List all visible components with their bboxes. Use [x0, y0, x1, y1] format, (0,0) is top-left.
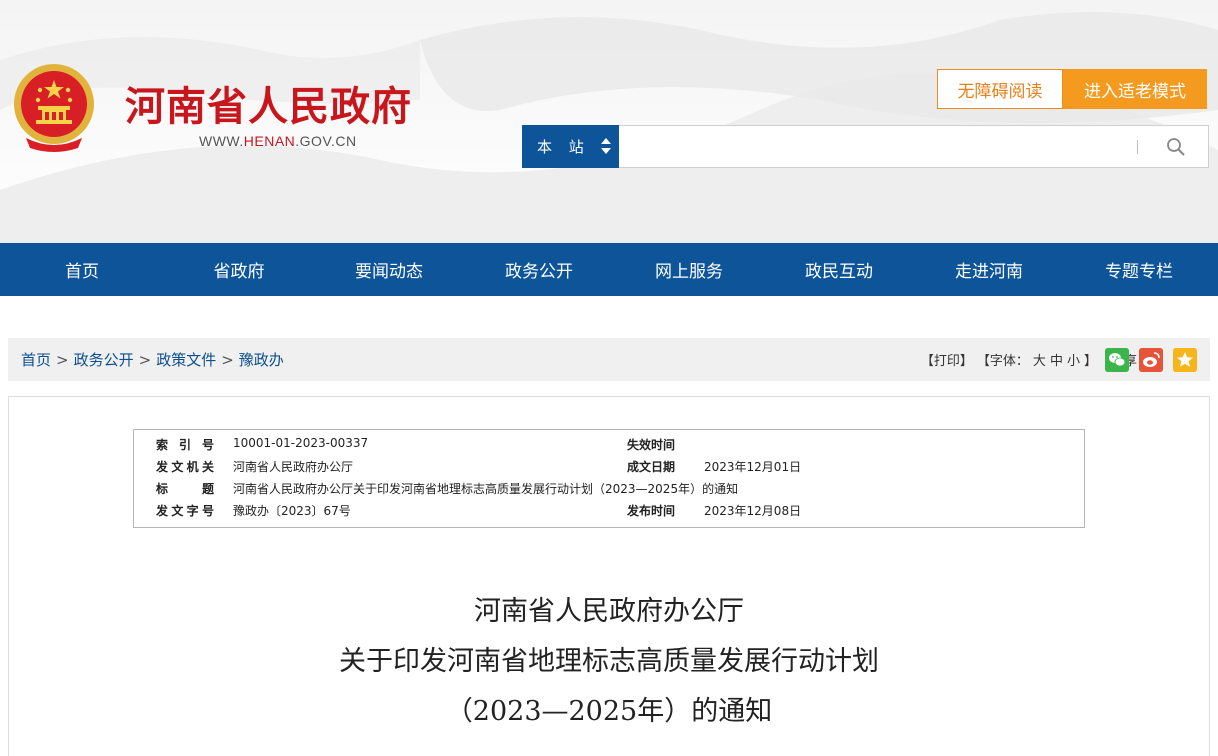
- search-scope-label: 本 站: [537, 138, 590, 156]
- national-emblem: [14, 64, 94, 152]
- meta-row: 发文机关 河南省人民政府办公厅 成文日期 2023年12月01日: [134, 458, 1084, 480]
- font-size-label: 【字体：: [976, 354, 1029, 369]
- nav-interaction[interactable]: 政民互动: [764, 243, 914, 296]
- wechat-share-icon[interactable]: [1105, 348, 1129, 372]
- breadcrumb-separator: >: [56, 350, 69, 369]
- breadcrumb-yuzhengban[interactable]: 豫政办: [239, 349, 284, 370]
- sort-arrows-icon: [601, 138, 611, 154]
- weibo-share-icon[interactable]: [1139, 348, 1163, 372]
- issuer-value: 河南省人民政府办公厅: [233, 460, 354, 474]
- publish-date-label: 发布时间: [627, 504, 676, 518]
- meta-row: 标题 河南省人民政府办公厅关于印发河南省地理标志高质量发展行动计划（2023—2…: [134, 480, 1084, 502]
- meta-row: 索引号 10001-01-2023-00337 失效时间: [134, 436, 1084, 458]
- search-divider: [1137, 140, 1138, 154]
- elder-mode-button[interactable]: 进入适老模式: [1063, 69, 1207, 109]
- font-medium-link[interactable]: 中: [1050, 350, 1063, 369]
- nav-special-topics[interactable]: 专题专栏: [1064, 243, 1214, 296]
- search-bar: 本 站: [522, 125, 1209, 168]
- font-small-link[interactable]: 小: [1067, 350, 1080, 369]
- nav-news[interactable]: 要闻动态: [314, 243, 464, 296]
- expire-label: 失效时间: [627, 438, 676, 452]
- accessibility-button[interactable]: 无障碍阅读: [937, 69, 1063, 109]
- publish-date-value: 2023年12月08日: [704, 504, 802, 518]
- made-date-label: 成文日期: [627, 460, 676, 474]
- main-nav: 首页 省政府 要闻动态 政务公开 网上服务 政民互动 走进河南 专题专栏: [0, 243, 1218, 296]
- title-value: 河南省人民政府办公厅关于印发河南省地理标志高质量发展行动计划（2023—2025…: [233, 482, 739, 496]
- site-url: WWW.HENAN.GOV.CN: [199, 133, 357, 149]
- url-prefix: WWW.: [199, 133, 244, 149]
- breadcrumb-separator: >: [138, 350, 152, 369]
- url-suffix: .GOV.CN: [295, 133, 357, 149]
- breadcrumb-government-affairs[interactable]: 政务公开: [74, 349, 134, 370]
- index-label: 索引号: [156, 438, 214, 452]
- breadcrumb-bar: 首页 > 政务公开 > 政策文件 > 豫政办 【打印】 【字体： 大 中 小 】…: [8, 338, 1210, 381]
- print-link[interactable]: 【打印】: [921, 350, 973, 369]
- mode-buttons: 无障碍阅读 进入适老模式: [937, 69, 1207, 109]
- font-size-close: 】: [1083, 354, 1097, 369]
- document-title-line: 关于印发河南省地理标志高质量发展行动计划: [339, 646, 879, 677]
- title-label: 标题: [156, 482, 214, 496]
- index-value: 10001-01-2023-00337: [233, 436, 369, 450]
- breadcrumb-policy-documents[interactable]: 政策文件: [156, 349, 216, 370]
- document-title-line: 河南省人民政府办公厅: [474, 596, 744, 627]
- url-accent: HENAN: [243, 133, 296, 149]
- meta-row: 发文字号 豫政办〔2023〕67号 发布时间 2023年12月08日: [134, 502, 1084, 524]
- nav-province-government[interactable]: 省政府: [164, 243, 314, 296]
- breadcrumb-home[interactable]: 首页: [21, 349, 51, 370]
- search-scope-select[interactable]: 本 站: [522, 125, 619, 168]
- favorite-star-icon[interactable]: [1173, 348, 1197, 372]
- nav-government-affairs[interactable]: 政务公开: [464, 243, 614, 296]
- nav-about-henan[interactable]: 走进河南: [914, 243, 1064, 296]
- document-title-line: （2023—2025年）的通知: [445, 696, 773, 727]
- nav-online-services[interactable]: 网上服务: [614, 243, 764, 296]
- breadcrumb-separator: >: [221, 350, 234, 369]
- breadcrumb: 首页 > 政务公开 > 政策文件 > 豫政办: [21, 338, 284, 381]
- made-date-value: 2023年12月01日: [704, 460, 802, 474]
- article-container: 索引号 10001-01-2023-00337 失效时间 发文机关 河南省人民政…: [8, 396, 1210, 756]
- nav-home[interactable]: 首页: [0, 243, 164, 296]
- search-icon[interactable]: [1166, 137, 1186, 157]
- document-meta-table: 索引号 10001-01-2023-00337 失效时间 发文机关 河南省人民政…: [133, 429, 1085, 528]
- doc-number-value: 豫政办〔2023〕67号: [233, 504, 351, 518]
- document-title: 河南省人民政府办公厅 关于印发河南省地理标志高质量发展行动计划 （2023—20…: [9, 587, 1209, 737]
- site-title[interactable]: 河南省人民政府: [125, 74, 412, 132]
- doc-number-label: 发文字号: [156, 504, 214, 518]
- site-header: 河南省人民政府 WWW.HENAN.GOV.CN 无障碍阅读 进入适老模式 本 …: [0, 0, 1218, 243]
- issuer-label: 发文机关: [156, 460, 214, 474]
- font-large-link[interactable]: 大: [1033, 350, 1046, 369]
- search-input[interactable]: [620, 126, 1140, 167]
